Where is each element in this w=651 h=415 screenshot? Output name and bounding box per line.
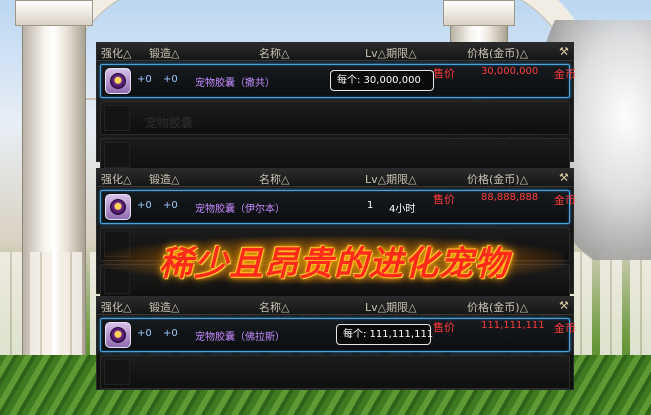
header-lv-duration[interactable]: Lv△期限△ xyxy=(365,299,417,315)
price-unit: 金币 xyxy=(554,194,576,207)
header-name[interactable]: 名称△ xyxy=(259,171,289,187)
item-forge-value: +0 xyxy=(163,200,178,211)
pet-capsule-icon[interactable] xyxy=(105,194,131,220)
item-duration: 4小时 xyxy=(389,204,416,215)
capsule-orb-icon xyxy=(110,327,126,343)
hammer-icon: ⚒ xyxy=(559,45,569,58)
column-header-bar: 强化△ 锻造△ 名称△ Lv△期限△ 价格(金币)△ ⚒ xyxy=(97,43,573,61)
item-forge-value: +0 xyxy=(163,74,178,85)
unit-price-tooltip: 每个: 111,111,111 xyxy=(336,324,433,345)
sell-price-label: 售价 xyxy=(433,67,455,80)
auction-item-row[interactable]: +0 +0 宠物胶囊（佛拉斯） 售价 111,111,111 金币 每个: 11… xyxy=(100,318,576,352)
header-price[interactable]: 价格(金币)△ xyxy=(467,45,528,61)
auction-empty-row[interactable] xyxy=(100,355,570,389)
header-lv-duration[interactable]: Lv△期限△ xyxy=(365,171,417,187)
header-price[interactable]: 价格(金币)△ xyxy=(467,171,528,187)
capsule-orb-icon xyxy=(110,73,126,89)
price-unit: 金币 xyxy=(554,322,576,335)
column-capital xyxy=(443,0,515,26)
item-price: 111,111,111 xyxy=(481,320,545,331)
item-price: 88,888,888 xyxy=(481,192,539,203)
header-strengthen[interactable]: 强化△ xyxy=(101,45,131,61)
item-strengthen-value: +0 xyxy=(137,74,152,85)
header-forge[interactable]: 锻造△ xyxy=(149,171,179,187)
header-forge[interactable]: 锻造△ xyxy=(149,45,179,61)
sell-price-label: 售价 xyxy=(433,193,455,206)
item-level: 1 xyxy=(367,200,374,211)
empty-icon-slot xyxy=(104,359,130,385)
capsule-orb-icon xyxy=(110,199,126,215)
header-lv-duration[interactable]: Lv△期限△ xyxy=(365,45,417,61)
header-price[interactable]: 价格(金币)△ xyxy=(467,299,528,315)
hammer-icon: ⚒ xyxy=(559,171,569,184)
header-strengthen[interactable]: 强化△ xyxy=(101,171,131,187)
header-name[interactable]: 名称△ xyxy=(259,299,289,315)
column-header-bar: 强化△ 锻造△ 名称△ Lv△期限△ 价格(金币)△ ⚒ xyxy=(97,297,573,315)
auction-panel-1: 强化△ 锻造△ 名称△ Lv△期限△ 价格(金币)△ ⚒ +0 +0 宠物胶囊（… xyxy=(96,42,576,172)
item-strengthen-value: +0 xyxy=(137,200,152,211)
column-header-bar: 强化△ 锻造△ 名称△ Lv△期限△ 价格(金币)△ ⚒ xyxy=(97,169,573,187)
auction-empty-row[interactable]: 宠物胶囊 xyxy=(100,101,570,135)
auction-empty-row[interactable] xyxy=(100,138,570,172)
auction-panel-3: 强化△ 锻造△ 名称△ Lv△期限△ 价格(金币)△ ⚒ +0 +0 宠物胶囊（… xyxy=(96,296,576,390)
auction-item-row[interactable]: +0 +0 宠物胶囊（伊尔本） 1 4小时 售价 88,888,888 金币 xyxy=(100,190,576,224)
item-price: 30,000,000 xyxy=(481,66,539,77)
sell-price-label: 售价 xyxy=(433,321,455,334)
hammer-icon: ⚒ xyxy=(559,299,569,312)
header-name[interactable]: 名称△ xyxy=(259,45,289,61)
item-forge-value: +0 xyxy=(163,328,178,339)
empty-icon-slot xyxy=(104,142,130,168)
pet-capsule-icon[interactable] xyxy=(105,322,131,348)
item-name: 宠物胶囊（伊尔本） xyxy=(195,204,285,215)
column-capital xyxy=(15,0,93,26)
item-strengthen-value: +0 xyxy=(137,328,152,339)
item-name: 宠物胶囊（佛拉斯） xyxy=(195,332,285,343)
auction-item-row[interactable]: +0 +0 宠物胶囊（撒共） 售价 30,000,000 金币 每个: 30,0… xyxy=(100,64,576,98)
empty-icon-slot xyxy=(104,105,130,131)
header-forge[interactable]: 锻造△ xyxy=(149,299,179,315)
header-strengthen[interactable]: 强化△ xyxy=(101,299,131,315)
faded-item-name: 宠物胶囊 xyxy=(145,116,194,130)
unit-price-tooltip: 每个: 30,000,000 xyxy=(330,70,434,91)
price-unit: 金币 xyxy=(554,68,576,81)
pet-capsule-icon[interactable] xyxy=(105,68,131,94)
promo-banner-text: 稀少且昂贵的进化宠物 xyxy=(104,236,564,284)
item-name: 宠物胶囊（撒共） xyxy=(195,78,275,89)
